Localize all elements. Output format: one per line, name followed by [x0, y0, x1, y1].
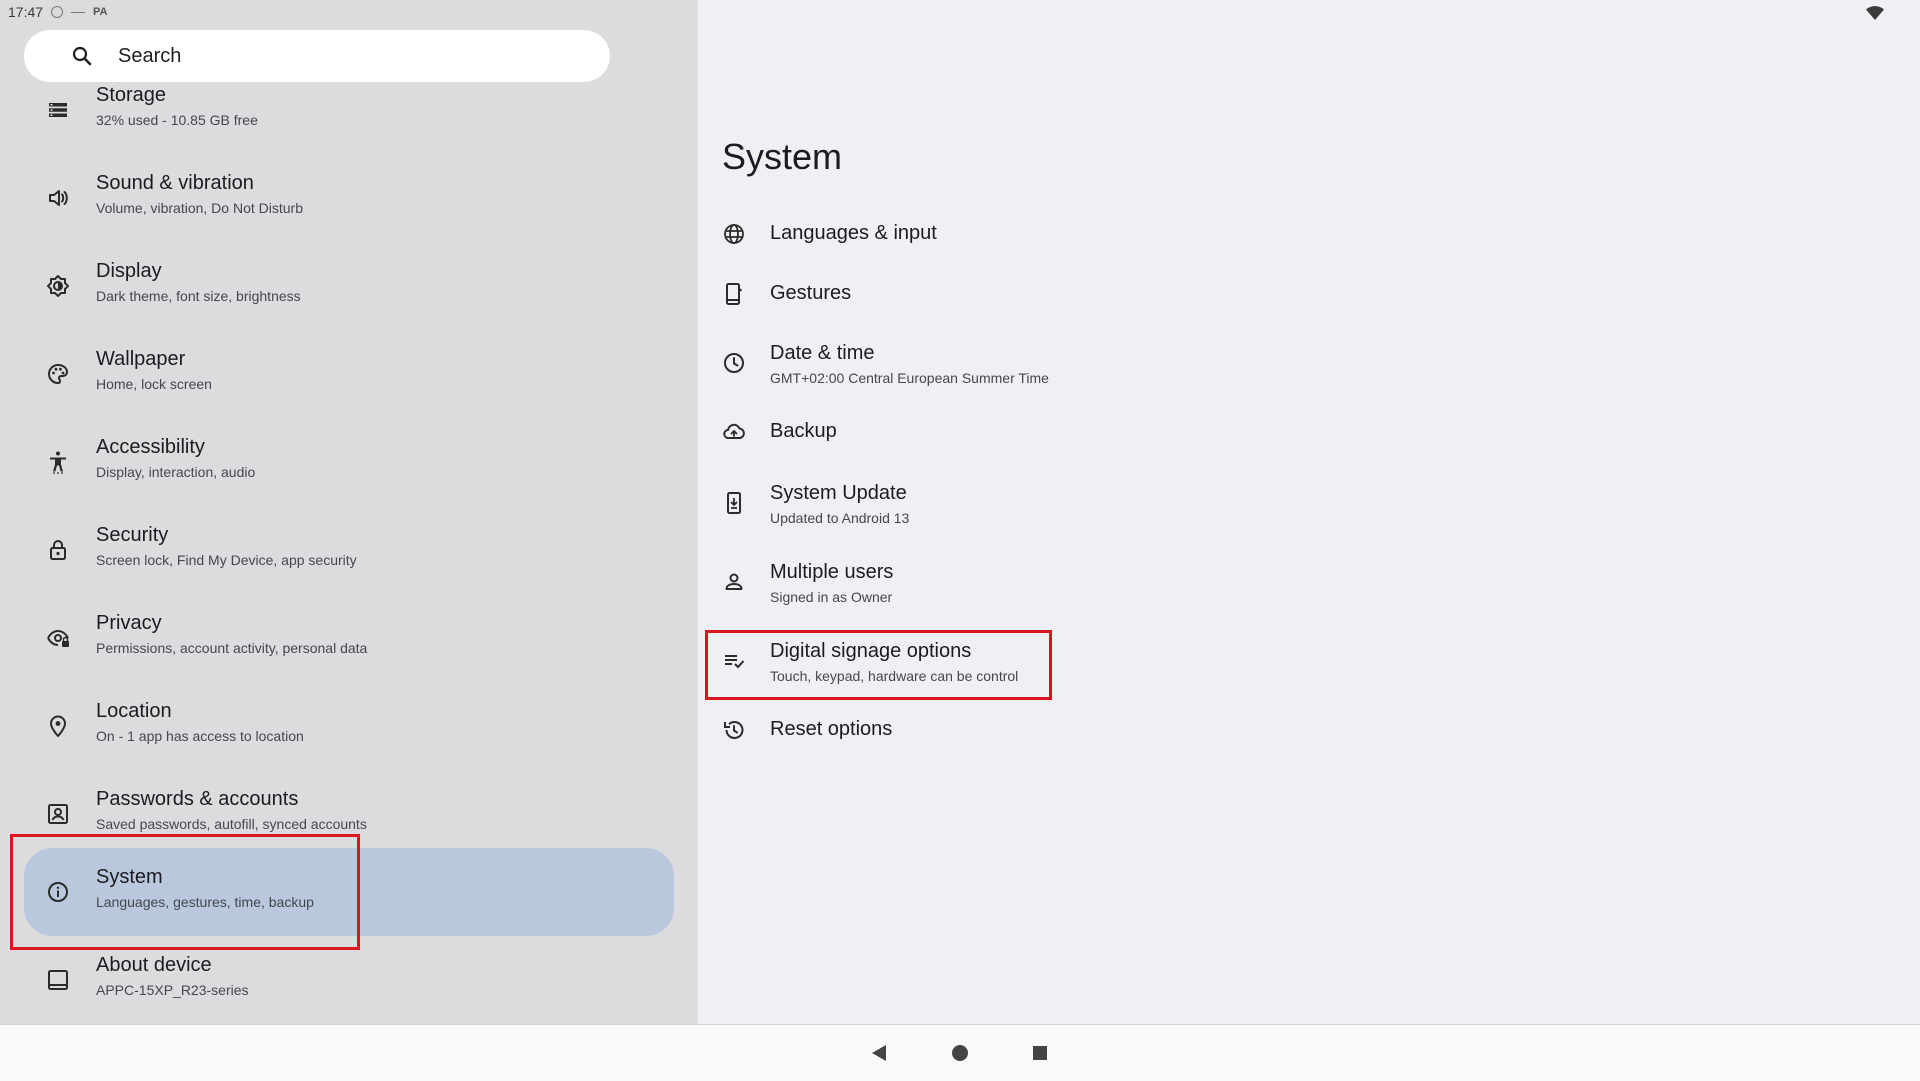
sidebar-item-display[interactable]: Display Dark theme, font size, brightnes… — [0, 242, 698, 330]
system-item-subtitle: Updated to Android 13 — [770, 510, 910, 526]
cloud-upload-icon — [722, 420, 746, 444]
system-item-system-update[interactable]: System Update Updated to Android 13 — [698, 470, 1498, 536]
sidebar-item-accessibility[interactable]: Accessibility Display, interaction, audi… — [0, 418, 698, 506]
sidebar-item-wallpaper[interactable]: Wallpaper Home, lock screen — [0, 330, 698, 418]
privacy-eye-icon — [46, 626, 70, 650]
system-item-title: Reset options — [770, 718, 893, 740]
system-item-date-time[interactable]: Date & time GMT+02:00 Central European S… — [698, 330, 1498, 396]
back-icon[interactable] — [869, 1043, 889, 1063]
gesture-phone-icon — [722, 282, 746, 306]
sidebar-item-subtitle: APPC-15XP_R23-series — [96, 982, 249, 998]
account-box-icon — [46, 802, 70, 826]
sidebar-item-location[interactable]: Location On - 1 app has access to locati… — [0, 682, 698, 770]
system-item-subtitle: Signed in as Owner — [770, 589, 893, 605]
system-item-subtitle: GMT+02:00 Central European Summer Time — [770, 370, 1049, 386]
system-item-title: Backup — [770, 420, 837, 442]
sidebar-item-title: Wallpaper — [96, 348, 186, 370]
system-item-title: Gestures — [770, 282, 852, 304]
system-item-title: Date & time — [770, 342, 875, 364]
system-item-gestures[interactable]: Gestures — [698, 264, 1498, 324]
volume-icon — [46, 186, 70, 210]
notification-dot-icon — [51, 6, 64, 18]
sidebar-item-title: Accessibility — [96, 436, 205, 458]
system-item-title: Multiple users — [770, 561, 894, 583]
settings-sidebar: 17:47 PA Search Storage 32% used - 10.85… — [0, 0, 698, 1024]
sidebar-item-security[interactable]: Security Screen lock, Find My Device, ap… — [0, 506, 698, 594]
highlight-box-system — [10, 834, 360, 950]
history-icon — [722, 718, 746, 742]
sidebar-item-subtitle: Permissions, account activity, personal … — [96, 640, 368, 656]
brightness-icon — [46, 274, 70, 298]
sidebar-item-subtitle: Volume, vibration, Do Not Disturb — [96, 200, 303, 216]
wifi-icon — [1866, 6, 1884, 20]
palette-icon — [46, 362, 70, 386]
sidebar-item-subtitle: Dark theme, font size, brightness — [96, 288, 301, 304]
sidebar-item-subtitle: Home, lock screen — [96, 376, 212, 392]
dash-icon — [71, 11, 86, 13]
sidebar-item-title: Storage — [96, 84, 167, 106]
lock-icon — [46, 538, 70, 562]
sidebar-item-title: Sound & vibration — [96, 172, 254, 194]
search-bar[interactable]: Search — [24, 30, 610, 82]
storage-icon — [46, 98, 70, 122]
person-icon — [722, 570, 746, 594]
sidebar-item-sound-vibration[interactable]: Sound & vibration Volume, vibration, Do … — [0, 154, 698, 242]
clock-icon — [722, 351, 746, 375]
tablet-icon — [46, 968, 70, 992]
home-icon[interactable] — [950, 1043, 970, 1063]
sidebar-item-title: About device — [96, 954, 212, 976]
sidebar-item-subtitle: Saved passwords, autofill, synced accoun… — [96, 816, 367, 832]
sidebar-item-subtitle: Screen lock, Find My Device, app securit… — [96, 552, 357, 568]
accessibility-icon — [46, 450, 70, 474]
sidebar-item-title: Privacy — [96, 612, 162, 634]
status-carrier: PA — [93, 6, 108, 18]
sidebar-item-privacy[interactable]: Privacy Permissions, account activity, p… — [0, 594, 698, 682]
search-icon — [70, 44, 94, 68]
location-pin-icon — [46, 714, 70, 738]
sidebar-item-title: Security — [96, 524, 169, 546]
search-label: Search — [118, 44, 182, 67]
system-settings-panel: System Languages & input Gestures Date &… — [698, 0, 1920, 1024]
recents-icon[interactable] — [1030, 1043, 1050, 1063]
system-item-title: System Update — [770, 482, 907, 504]
sidebar-item-subtitle: On - 1 app has access to location — [96, 728, 304, 744]
sidebar-item-subtitle: Display, interaction, audio — [96, 464, 256, 480]
system-item-multiple-users[interactable]: Multiple users Signed in as Owner — [698, 549, 1498, 615]
system-item-languages-input[interactable]: Languages & input — [698, 204, 1498, 264]
status-bar: 17:47 PA — [8, 4, 108, 20]
highlight-box-digital-signage — [705, 630, 1052, 700]
page-title: System — [722, 136, 843, 177]
system-item-title: Languages & input — [770, 222, 937, 244]
navigation-bar — [0, 1024, 1920, 1081]
system-item-reset-options[interactable]: Reset options — [698, 700, 1498, 760]
globe-icon — [722, 222, 746, 246]
sidebar-item-subtitle: 32% used - 10.85 GB free — [96, 112, 258, 128]
system-update-icon — [722, 491, 746, 515]
status-time: 17:47 — [8, 4, 44, 20]
sidebar-item-title: Display — [96, 260, 162, 282]
sidebar-item-title: Location — [96, 700, 172, 722]
system-item-backup[interactable]: Backup — [698, 402, 1498, 462]
sidebar-item-title: Passwords & accounts — [96, 788, 299, 810]
